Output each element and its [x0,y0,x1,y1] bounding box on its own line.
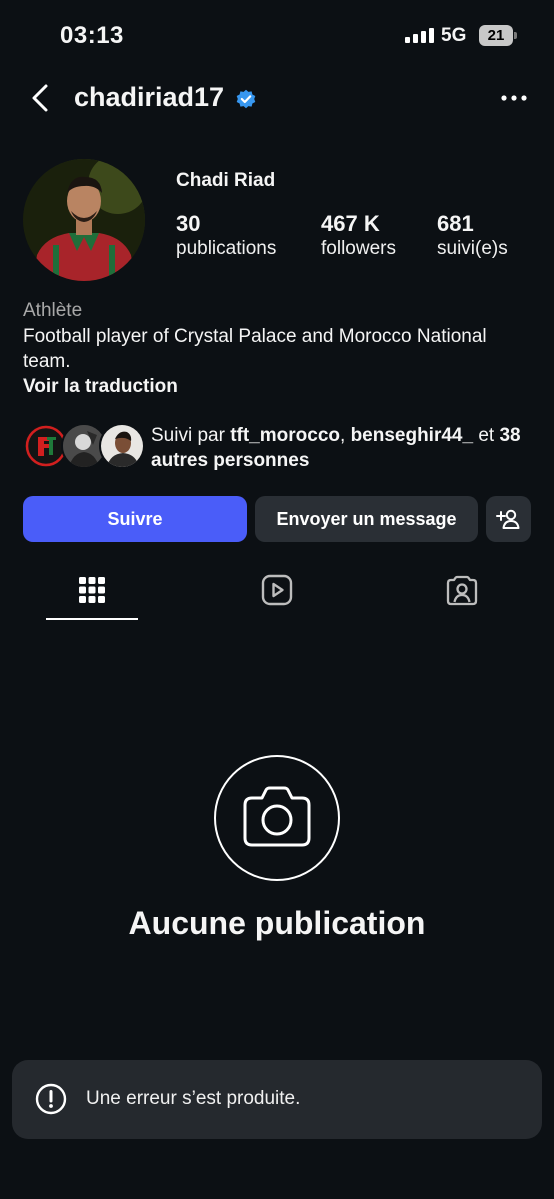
status-time: 03:13 [60,22,124,49]
followed-by-separator: , [340,425,346,446]
alert-icon [35,1083,67,1115]
more-options-icon[interactable] [500,86,528,110]
followed-by-prefix: Suivi par [151,425,225,446]
following-label[interactable]: suivi(e)s [437,238,508,260]
profile-bio: Football player of Crystal Palace and Mo… [23,326,487,372]
camera-icon [243,786,311,847]
reels-icon [261,574,293,606]
profile-display-name: Chadi Riad [176,170,276,191]
message-button[interactable]: Envoyer un message [255,496,478,542]
battery-icon: 21 [479,25,513,46]
suggested-users-button[interactable] [486,496,531,542]
grid-icon [79,577,105,603]
following-count[interactable]: 681 [437,211,474,237]
followed-by-user-2[interactable]: benseghir44_ [351,425,474,446]
add-user-icon [495,509,519,529]
tab-grid[interactable] [72,570,112,610]
toast-message: Une erreur s’est produite. [86,1088,301,1109]
follow-button[interactable]: Suivre [23,496,247,542]
tab-reels[interactable] [257,570,297,610]
translate-link[interactable]: Voir la traduction [23,376,178,398]
followed-by-user-1[interactable]: tft_morocco [230,425,340,446]
back-icon[interactable] [26,82,58,114]
followers-label[interactable]: followers [321,238,396,260]
verified-badge-icon [235,88,257,110]
posts-count[interactable]: 30 [176,211,200,237]
followed-by-text[interactable]: Suivi par tft_morocco, benseghir44_ et 3… [151,423,541,473]
profile-category: Athlète [23,300,83,321]
signal-icon [405,28,434,43]
tab-tagged[interactable] [442,570,482,610]
tagged-icon [446,575,478,606]
empty-state-camera [214,755,340,881]
follower-avatar-3[interactable] [99,423,145,469]
profile-username: chadiriad17 [74,82,225,112]
battery-nub [514,32,517,39]
empty-state-title: Aucune publication [128,905,426,941]
profile-avatar[interactable] [23,159,145,281]
active-tab-indicator [46,618,138,620]
followed-by-connector: et [478,425,495,446]
followers-count[interactable]: 467 K [321,211,380,237]
posts-label[interactable]: publications [176,238,276,260]
network-label: 5G [441,25,467,46]
